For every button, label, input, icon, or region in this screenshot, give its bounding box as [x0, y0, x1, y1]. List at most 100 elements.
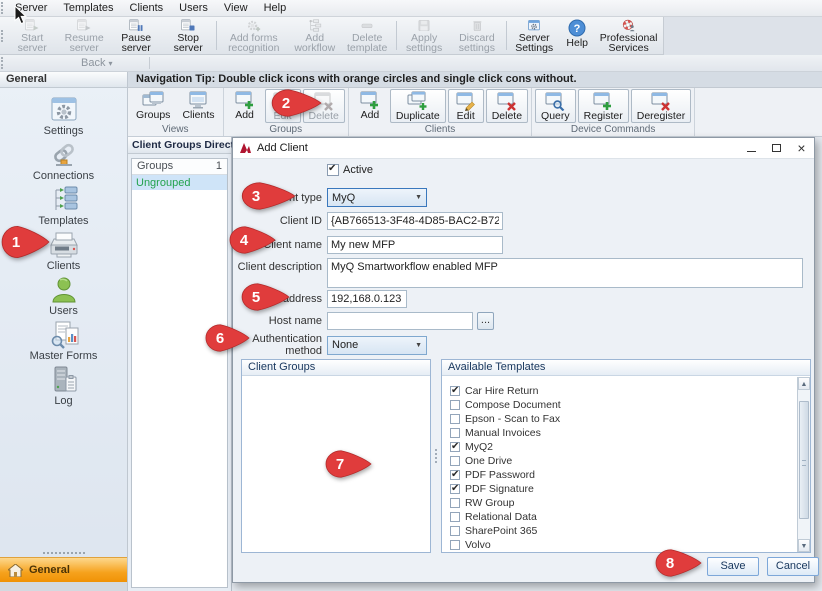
views-clients-button[interactable]: Clients — [177, 89, 219, 123]
server-settings-icon — [524, 19, 544, 32]
template-row[interactable]: PDF Signature — [442, 482, 810, 496]
client-id-input[interactable] — [327, 212, 503, 230]
template-checkbox[interactable] — [450, 442, 460, 452]
clients-add-button[interactable]: Add — [352, 89, 388, 123]
auth-method-select[interactable]: None ▼ — [327, 336, 427, 355]
resume-server-button[interactable]: Resume server — [58, 17, 110, 54]
server-settings-button[interactable]: Server Settings — [508, 17, 560, 54]
sidebar-footer-general[interactable]: General — [0, 557, 127, 582]
template-row[interactable]: RW Group — [442, 496, 810, 510]
groups-add-button[interactable]: Add — [227, 89, 263, 123]
device-register-button[interactable]: Register — [578, 89, 629, 123]
template-checkbox[interactable] — [450, 428, 460, 438]
cancel-button[interactable]: Cancel — [767, 557, 819, 576]
toolbar-separator — [396, 21, 397, 50]
apply-settings-button[interactable]: Apply settings — [398, 17, 450, 54]
template-checkbox[interactable] — [450, 526, 460, 536]
device-query-button[interactable]: Query — [535, 89, 576, 123]
apply-settings-icon — [414, 19, 434, 32]
template-checkbox[interactable] — [450, 386, 460, 396]
menu-users[interactable]: Users — [171, 1, 216, 15]
ribbon-group-label: Views — [131, 123, 220, 136]
minimize-icon — [747, 151, 756, 152]
client-description-input[interactable]: MyQ Smartworkflow enabled MFP — [327, 258, 803, 288]
menu-templates[interactable]: Templates — [55, 1, 121, 15]
log-icon — [49, 365, 79, 395]
close-button[interactable]: × — [789, 138, 814, 158]
template-checkbox[interactable] — [450, 470, 460, 480]
discard-settings-button[interactable]: Discard settings — [450, 17, 503, 54]
template-row[interactable]: PDF Password — [442, 468, 810, 482]
auth-method-row: Authentication method None ▼ — [233, 333, 427, 357]
sidebar: General Settings Connections Templates C… — [0, 72, 128, 591]
sidebar-item-master-forms[interactable]: Master Forms — [0, 320, 127, 362]
template-checkbox[interactable] — [450, 512, 460, 522]
maximize-button[interactable] — [764, 138, 789, 158]
group-row-ungrouped[interactable]: Ungrouped — [132, 175, 227, 190]
template-row[interactable]: Car Hire Return — [442, 384, 810, 398]
template-checkbox[interactable] — [450, 414, 460, 424]
toolbar-separator — [216, 21, 217, 50]
minimize-button[interactable] — [739, 138, 764, 158]
help-icon: ? — [568, 19, 586, 37]
grip-handle — [1, 30, 4, 42]
add-workflow-button[interactable]: Add workflow — [289, 17, 341, 54]
templates-list: Car Hire Return Compose Document Epson -… — [442, 377, 810, 552]
groups-column-header[interactable]: Groups 1 — [132, 159, 227, 175]
template-checkbox[interactable] — [450, 456, 460, 466]
panel-splitter[interactable] — [431, 359, 441, 553]
template-row[interactable]: MyQ2 — [442, 440, 810, 454]
host-name-row: Host name ... — [233, 312, 494, 330]
menu-view[interactable]: View — [216, 1, 256, 15]
menu-clients[interactable]: Clients — [122, 1, 172, 15]
template-row[interactable]: Volvo — [442, 538, 810, 552]
dialog-titlebar[interactable]: Add Client × — [233, 138, 814, 159]
save-button[interactable]: Save — [707, 557, 759, 576]
ribbon-group-label: Clients — [352, 123, 528, 136]
template-checkbox[interactable] — [450, 400, 460, 410]
sidebar-item-users[interactable]: Users — [0, 275, 127, 317]
scroll-thumb[interactable] — [799, 401, 809, 519]
query-icon — [544, 91, 566, 111]
client-type-select[interactable]: MyQ ▼ — [327, 188, 427, 207]
template-row[interactable]: Compose Document — [442, 398, 810, 412]
template-row[interactable]: SharePoint 365 — [442, 524, 810, 538]
sidebar-item-templates[interactable]: Templates — [0, 185, 127, 227]
template-row[interactable]: Relational Data — [442, 510, 810, 524]
host-name-input[interactable] — [327, 312, 473, 330]
sidebar-item-settings[interactable]: Settings — [0, 95, 127, 137]
professional-services-button[interactable]: Professional Services — [594, 17, 663, 54]
templates-scrollbar[interactable]: ▲ ▼ — [797, 377, 810, 552]
client-name-input[interactable] — [327, 236, 503, 254]
template-checkbox[interactable] — [450, 484, 460, 494]
main-toolbar: Start server Resume server Pause server … — [0, 17, 822, 55]
template-checkbox[interactable] — [450, 498, 460, 508]
menu-help[interactable]: Help — [256, 1, 295, 15]
views-groups-button[interactable]: Groups — [131, 89, 175, 123]
clients-edit-button[interactable]: Edit — [448, 89, 484, 123]
groups-view-icon — [142, 90, 164, 110]
add-workflow-icon — [305, 19, 325, 32]
sidebar-item-log[interactable]: Log — [0, 365, 127, 407]
active-checkbox[interactable] — [327, 164, 339, 176]
pause-server-button[interactable]: Pause server — [110, 17, 162, 54]
clients-duplicate-button[interactable]: Duplicate — [390, 89, 446, 123]
ribbon-group-clients: Add Duplicate Edit Delete Clients — [349, 88, 532, 136]
device-deregister-button[interactable]: Deregister — [631, 89, 691, 123]
delete-template-button[interactable]: Delete template — [341, 17, 394, 54]
template-row[interactable]: Manual Invoices — [442, 426, 810, 440]
scroll-down-arrow[interactable]: ▼ — [798, 539, 810, 552]
sidebar-item-connections[interactable]: Connections — [0, 140, 127, 182]
template-row[interactable]: One Drive — [442, 454, 810, 468]
scroll-up-arrow[interactable]: ▲ — [798, 377, 810, 390]
ip-address-input[interactable] — [327, 290, 407, 308]
clients-delete-button[interactable]: Delete — [486, 89, 528, 123]
help-button[interactable]: ? Help — [560, 17, 594, 54]
back-button[interactable]: Back ▾ — [75, 57, 119, 69]
add-forms-recognition-button[interactable]: Add forms recognition — [219, 17, 289, 54]
template-checkbox[interactable] — [450, 540, 460, 550]
host-browse-button[interactable]: ... — [477, 312, 494, 330]
stop-server-button[interactable]: Stop server — [162, 17, 214, 54]
splitter-handle[interactable] — [0, 548, 127, 557]
template-row[interactable]: Epson - Scan to Fax — [442, 412, 810, 426]
